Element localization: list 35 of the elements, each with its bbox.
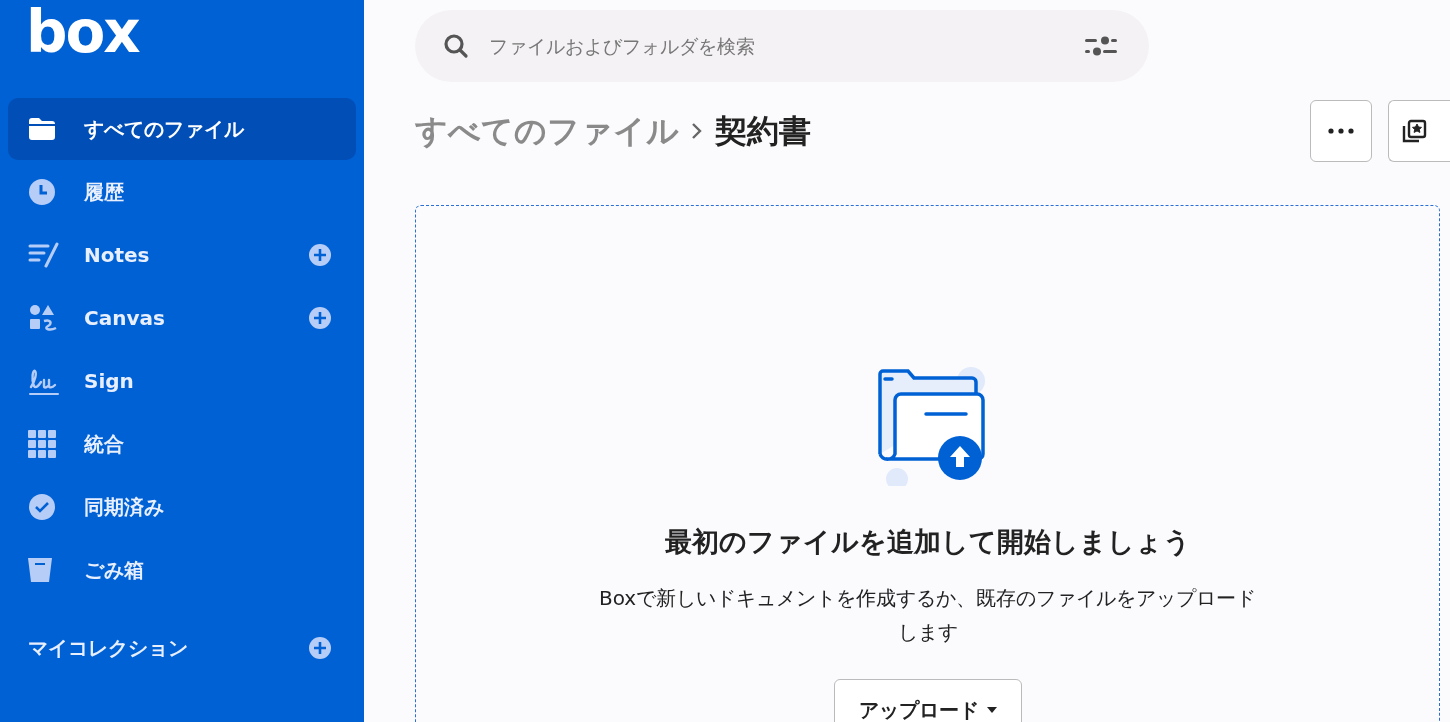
sidebar-item[interactable]: Notes (8, 224, 356, 286)
drop-zone[interactable]: 最初のファイルを追加して開始しましょう Boxで新しいドキュメントを作成するか、既存のファイルをアップロードします アップロード (415, 205, 1440, 722)
sidebar-item[interactable]: 履歴 (8, 161, 356, 223)
check-circle-icon (28, 493, 56, 521)
breadcrumb-current: 契約書 (715, 111, 811, 152)
box-logo[interactable]: box (26, 0, 139, 66)
folder-icon (28, 117, 56, 141)
more-button[interactable] (1310, 100, 1372, 162)
filter-icon[interactable] (1085, 36, 1117, 56)
trash-icon (28, 557, 52, 583)
breadcrumb-link[interactable]: すべてのファイル (415, 107, 679, 155)
stacked-photo-star-icon (1401, 118, 1427, 144)
search-field[interactable]: ファイルおよびフォルダを検索 (415, 10, 1149, 82)
section-title: マイコレクション (28, 635, 188, 662)
sidebar-item[interactable]: すべてのファイル (8, 98, 356, 160)
chevron-right-icon (691, 121, 703, 141)
add-icon[interactable] (308, 243, 332, 267)
add-icon[interactable] (308, 636, 332, 660)
caret-icon (986, 706, 997, 713)
empty-state-title: 最初のファイルを追加して開始しましょう (664, 525, 1191, 559)
shapes-icon (28, 304, 58, 332)
collection-button[interactable] (1388, 100, 1450, 162)
sidebar-item[interactable]: ごみ箱 (8, 539, 356, 601)
grid-icon (28, 430, 56, 458)
sidebar-item[interactable]: 同期済み (8, 476, 356, 538)
upload-button[interactable]: アップロード (833, 678, 1022, 722)
search-icon (443, 33, 469, 59)
more-icon (1328, 128, 1354, 134)
empty-state-description: Boxで新しいドキュメントを作成するか、既存のファイルをアップロードします (597, 584, 1258, 646)
add-icon[interactable] (308, 306, 332, 330)
sidebar-item[interactable]: Canvas (8, 287, 356, 349)
clock-icon (28, 178, 56, 206)
sidebar-item[interactable]: 統合 (8, 413, 356, 475)
sidebar-item[interactable]: Sign (8, 350, 356, 412)
notes-icon (28, 241, 60, 269)
